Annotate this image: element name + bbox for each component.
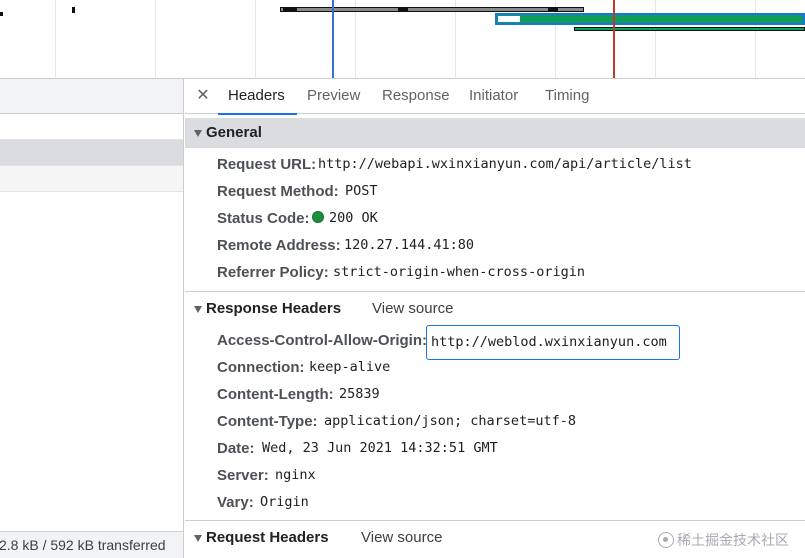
content-type-row: Content-Type: application/json; charset=… — [185, 408, 805, 435]
header-value[interactable]: application/json; charset=utf-8 — [324, 408, 576, 435]
collapse-triangle-icon[interactable] — [194, 306, 202, 313]
collapse-triangle-icon[interactable] — [194, 535, 202, 542]
vary-row: Vary: Origin — [185, 489, 805, 516]
tab-initiator[interactable]: Initiator — [469, 79, 518, 114]
detail-tabbar: ✕ Headers Preview Response Initiator Tim… — [185, 79, 805, 115]
request-url-row: Request URL: http://webapi.wxinxianyun.c… — [185, 151, 805, 178]
request-row-selected[interactable] — [0, 140, 183, 166]
juejin-logo-icon — [658, 532, 674, 548]
response-headers-title: Response Headers — [206, 300, 342, 317]
header-key: Request URL: — [217, 156, 317, 173]
header-value[interactable]: 200 OK — [312, 205, 378, 232]
header-value[interactable]: 25839 — [339, 381, 380, 408]
waterfall-selected-request-bar[interactable] — [495, 13, 805, 25]
waterfall-gridline — [255, 0, 256, 78]
section-divider — [185, 291, 805, 292]
status-ok-dot-icon — [312, 211, 324, 223]
tab-timing[interactable]: Timing — [545, 79, 589, 114]
request-row[interactable] — [0, 114, 183, 140]
request-detail-pane: ✕ Headers Preview Response Initiator Tim… — [185, 79, 805, 558]
response-headers-section-header[interactable]: Response Headers View source — [185, 294, 805, 324]
transfer-summary-bar: 2.8 kB / 592 kB transferred — [0, 531, 183, 558]
tab-preview[interactable]: Preview — [307, 79, 360, 114]
view-source-link[interactable]: View source — [372, 294, 453, 324]
request-list-header — [0, 79, 183, 114]
header-value[interactable]: 120.27.144.41:80 — [344, 232, 474, 259]
content-length-row: Content-Length: 25839 — [185, 381, 805, 408]
header-value[interactable]: strict-origin-when-cross-origin — [333, 259, 585, 286]
status-code-text: 200 OK — [329, 210, 378, 226]
watermark-text: 稀土掘金技术社区 — [677, 533, 789, 549]
header-value[interactable]: keep-alive — [309, 354, 390, 381]
waterfall-timeline — [0, 0, 805, 79]
waterfall-request-segment — [398, 8, 408, 11]
connection-row: Connection: keep-alive — [185, 354, 805, 381]
waterfall-gridline — [755, 0, 756, 78]
status-code-row: Status Code: 200 OK — [185, 205, 805, 232]
server-row: Server: nginx — [185, 462, 805, 489]
header-value[interactable]: http://webapi.wxinxianyun.com/api/articl… — [318, 151, 692, 178]
header-key: Content-Length: — [217, 386, 334, 403]
header-value[interactable]: POST — [345, 178, 378, 205]
header-key: Connection: — [217, 359, 305, 376]
date-row: Date: Wed, 23 Jun 2021 14:32:51 GMT — [185, 435, 805, 462]
header-value[interactable]: Origin — [260, 489, 309, 516]
general-section-header[interactable]: General — [185, 118, 805, 148]
header-key: Status Code: — [217, 210, 310, 227]
waterfall-mark — [0, 12, 3, 16]
remote-address-row: Remote Address: 120.27.144.41:80 — [185, 232, 805, 259]
general-section-title: General — [206, 124, 262, 141]
request-list-pane: 2.8 kB / 592 kB transferred — [0, 79, 184, 558]
tab-response[interactable]: Response — [382, 79, 450, 114]
referrer-policy-row: Referrer Policy: strict-origin-when-cros… — [185, 259, 805, 286]
header-key: Date: — [217, 440, 255, 457]
waterfall-request-segment — [283, 8, 297, 11]
waterfall-gridline — [155, 0, 156, 78]
section-divider — [185, 520, 805, 521]
header-key: Referrer Policy: — [217, 264, 329, 281]
waterfall-mark — [72, 7, 75, 13]
header-value[interactable]: Wed, 23 Jun 2021 14:32:51 GMT — [262, 435, 498, 462]
view-source-link[interactable]: View source — [361, 523, 442, 553]
waterfall-gridline — [55, 0, 56, 78]
waterfall-request-segment — [548, 8, 558, 11]
waterfall-waiting-segment — [498, 16, 520, 22]
waterfall-gridline — [655, 0, 656, 78]
request-headers-title: Request Headers — [206, 529, 329, 546]
header-key: Vary: — [217, 494, 254, 511]
waterfall-request-bar[interactable] — [280, 7, 584, 12]
dom-content-loaded-line — [332, 0, 334, 78]
header-key: Remote Address: — [217, 237, 341, 254]
header-key: Access-Control-Allow-Origin: — [217, 332, 428, 349]
transfer-summary-text: 2.8 kB / 592 kB transferred — [0, 537, 166, 553]
close-icon[interactable]: ✕ — [194, 86, 212, 106]
header-value[interactable]: nginx — [275, 462, 316, 489]
juejin-watermark: 稀土掘金技术社区 — [658, 530, 789, 550]
waterfall-request-bar[interactable] — [574, 27, 805, 31]
request-row[interactable] — [0, 166, 183, 192]
header-key: Server: — [217, 467, 269, 484]
request-method-row: Request Method: POST — [185, 178, 805, 205]
load-event-line — [613, 0, 615, 78]
collapse-triangle-icon[interactable] — [194, 130, 202, 137]
header-key: Content-Type: — [217, 413, 318, 430]
tab-headers[interactable]: Headers — [218, 79, 297, 115]
access-control-allow-origin-row: Access-Control-Allow-Origin: http://webl… — [185, 325, 805, 360]
header-key: Request Method: — [217, 183, 339, 200]
